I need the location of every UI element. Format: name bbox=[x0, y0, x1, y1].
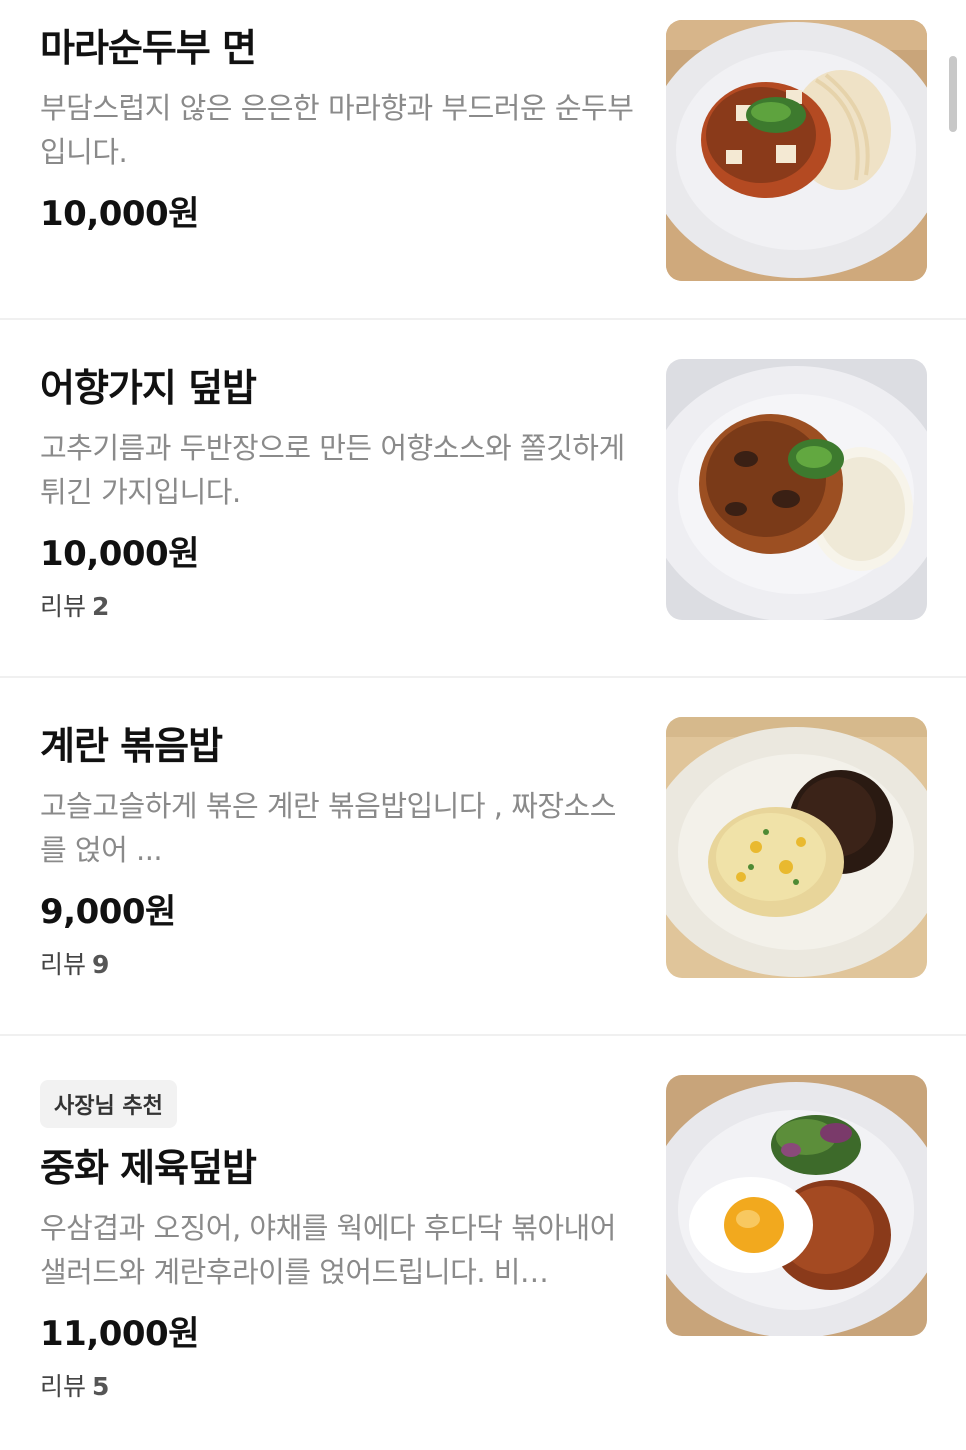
menu-item-price: 10,000원 bbox=[40, 534, 199, 574]
owner-recommend-badge: 사장님 추천 bbox=[40, 1080, 177, 1128]
scrollbar[interactable] bbox=[949, 56, 957, 132]
menu-item-name: 마라순두부 면 bbox=[40, 26, 257, 70]
menu-item-chinese-pork-rice[interactable]: 사장님 추천 중화 제육덮밥 우삼겹과 오징어, 야채를 웍에다 후다닥 볶아내… bbox=[0, 1036, 966, 1450]
menu-item-review: 리뷰 2 bbox=[40, 590, 640, 624]
review-label: 리뷰 bbox=[40, 1372, 87, 1401]
menu-item-description: 우삼겹과 오징어, 야채를 웍에다 후다닥 볶아내어 샐러드와 계란후라이를 얹… bbox=[40, 1211, 616, 1289]
review-label: 리뷰 bbox=[40, 592, 87, 621]
spicy-pork-rice-photo bbox=[666, 1075, 927, 1336]
menu-item-description: 부담스럽지 않은 은은한 마라향과 부드러운 순두부 입니다. bbox=[40, 91, 634, 169]
review-label: 리뷰 bbox=[40, 950, 87, 979]
menu-item-price: 9,000원 bbox=[40, 892, 176, 932]
egg-fried-rice-photo bbox=[666, 717, 927, 978]
menu-item-egg-fried-rice[interactable]: 계란 볶음밥 고슬고슬하게 볶은 계란 볶음밥입니다 , 짜장소스를 얹어 ..… bbox=[0, 678, 966, 1034]
menu-item-name: 계란 볶음밥 bbox=[40, 724, 223, 768]
review-count: 5 bbox=[92, 1372, 110, 1401]
review-count: 2 bbox=[92, 592, 110, 621]
menu-item-name: 어향가지 덮밥 bbox=[40, 366, 257, 410]
menu-item-review: 리뷰 9 bbox=[40, 948, 640, 982]
menu-item-description: 고슬고슬하게 볶은 계란 볶음밥입니다 , 짜장소스를 얹어 ... bbox=[40, 789, 616, 867]
menu-item-eggplant-rice[interactable]: 어향가지 덮밥 고추기름과 두반장으로 만든 어향소스와 쫄깃하게 튀긴 가지입… bbox=[0, 320, 966, 676]
review-count: 9 bbox=[92, 950, 110, 979]
menu-item-review: 리뷰 5 bbox=[40, 1370, 640, 1404]
menu-item-mala-tofu-noodle[interactable]: 마라순두부 면 부담스럽지 않은 은은한 마라향과 부드러운 순두부 입니다. … bbox=[0, 0, 966, 318]
menu-item-price: 11,000원 bbox=[40, 1314, 199, 1354]
eggplant-rice-photo bbox=[666, 359, 927, 620]
mapo-tofu-noodle-photo bbox=[666, 20, 927, 281]
menu-item-description: 고추기름과 두반장으로 만든 어향소스와 쫄깃하게 튀긴 가지입니다. bbox=[40, 431, 625, 509]
menu-item-price: 10,000원 bbox=[40, 194, 199, 234]
menu-item-name: 중화 제육덮밥 bbox=[40, 1146, 257, 1190]
